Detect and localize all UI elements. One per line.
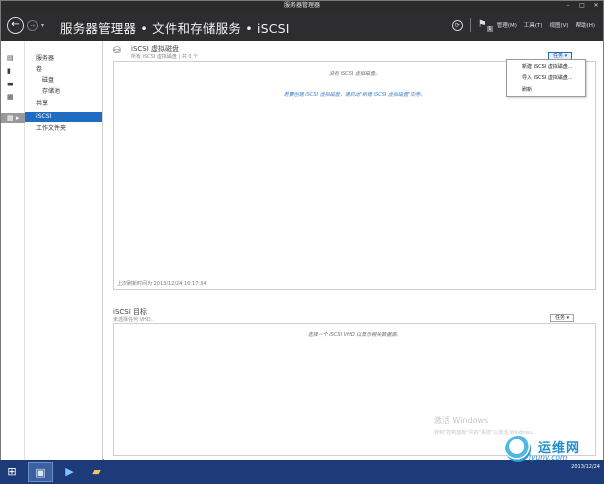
close-button[interactable]: ✕ [591, 2, 601, 10]
sidebar-item-servers[interactable]: 服务器 [25, 54, 102, 64]
server-manager-icon: ▣ [35, 466, 46, 479]
disks-icon: ▬ [7, 80, 14, 88]
menu-import-iscsi-disk[interactable]: 导入 iSCSI 虚拟磁盘... [507, 73, 585, 83]
targets-tasks-button[interactable]: 任务 ▾ [550, 314, 575, 322]
taskbar-powershell[interactable]: ▶ [57, 462, 82, 482]
forward-arrow-icon: → [29, 22, 36, 29]
start-button[interactable]: ⊞ [5, 465, 19, 479]
refresh-button[interactable]: ⟳ [451, 19, 463, 31]
rail-disks[interactable]: ▬ [1, 79, 25, 89]
servers-icon: ▤ [7, 54, 14, 62]
rail-pools[interactable]: ▦ [1, 92, 25, 102]
server-manager-window: 服务器管理器 – □ ✕ ← → ▾ 服务器管理器 • 文件和存储服务 • iS… [0, 0, 604, 461]
logo-url: iyunv.com [529, 453, 568, 462]
flag-icon: ⚑ [477, 19, 487, 30]
refresh-icon: ⟳ [454, 21, 460, 29]
folder-icon: ▰ [92, 465, 101, 478]
maximize-button[interactable]: □ [577, 2, 587, 10]
window-controls: – □ ✕ [563, 2, 601, 10]
sidebar: 服务器 卷 磁盘 存储池 共享 iSCSI 工作文件夹 [25, 41, 103, 461]
volumes-icon: ▮ [7, 67, 11, 75]
main-content: ⛁ iSCSI 虚拟磁盘 所有 iSCSI 虚拟磁盘 | 共 0 个 任务 ▾ … [104, 41, 603, 461]
manage-menu[interactable]: 管理(M) [497, 21, 517, 29]
targets-panel-subtitle: 未选择任何 VHD。 [113, 317, 156, 323]
sidebar-item-disks[interactable]: 磁盘 [25, 76, 102, 86]
notifications-badge: 1 [486, 26, 493, 32]
forward-button[interactable]: → [27, 20, 38, 31]
targets-empty-message: 选择一个 iSCSI VHD 以显示相关数据源。 [307, 332, 402, 338]
rail-volumes[interactable]: ▮ [1, 66, 25, 76]
window-titlebar: 服务器管理器 – □ ✕ [1, 1, 603, 11]
site-logo: 运维网 iyunv.com [505, 436, 601, 462]
tasks-label: 任务 [555, 315, 566, 321]
chevron-down-icon: ▾ [566, 315, 570, 321]
taskbar-clock[interactable]: 2013/12/24 [571, 464, 600, 471]
left-rail: ▤ ▮ ▬ ▦ ▦ ▸ [1, 41, 25, 461]
activation-watermark: 激活 Windows [434, 416, 489, 425]
iscsi-panel-subtitle: 所有 iSCSI 虚拟磁盘 | 共 0 个 [131, 54, 199, 60]
header-separator [469, 18, 471, 32]
chevron-down-icon: ▾ [41, 22, 45, 29]
menu-new-iscsi-disk[interactable]: 新建 iSCSI 虚拟磁盘... [507, 62, 585, 72]
sidebar-item-work-folders[interactable]: 工作文件夹 [25, 124, 102, 134]
header-actions: ⟳ ⚑ 1 管理(M) 工具(T) 视图(V) 帮助(H) [451, 18, 595, 32]
rail-file-storage[interactable]: ▦ ▸ [1, 113, 25, 123]
windows-logo-icon: ⊞ [7, 465, 17, 478]
tasks-dropdown-menu: 新建 iSCSI 虚拟磁盘... 导入 iSCSI 虚拟磁盘... 刷新 [506, 59, 586, 97]
view-menu[interactable]: 视图(V) [550, 21, 569, 29]
app-header: ← → ▾ 服务器管理器 • 文件和存储服务 • iSCSI ⟳ ⚑ 1 管理(… [1, 11, 603, 41]
back-arrow-icon: ← [11, 19, 20, 30]
back-button[interactable]: ← [7, 17, 24, 34]
taskbar-server-manager[interactable]: ▣ [28, 462, 53, 482]
sidebar-item-iscsi[interactable]: iSCSI [25, 112, 102, 122]
sidebar-item-shares[interactable]: 共享 [25, 99, 102, 109]
activation-watermark-detail: 转到"控制面板"中的"系统"以激活 Windows。 [434, 430, 538, 436]
pools-icon: ▦ [7, 93, 14, 101]
last-refresh-text: 上次刷新时间为 2013/12/24 16:17:34 [117, 281, 207, 287]
sidebar-item-storage-pools[interactable]: 存储池 [25, 87, 102, 97]
breadcrumb: 服务器管理器 • 文件和存储服务 • iSCSI [60, 21, 290, 36]
window-title: 服务器管理器 [283, 2, 320, 9]
taskbar-file-explorer[interactable]: ▰ [84, 462, 109, 482]
powershell-icon: ▶ [65, 465, 74, 478]
history-dropdown[interactable]: ▾ [41, 22, 44, 29]
logo-emblem [505, 436, 531, 462]
minimize-button[interactable]: – [563, 2, 573, 10]
rail-servers[interactable]: ▤ [1, 53, 25, 63]
tools-menu[interactable]: 工具(T) [524, 21, 543, 29]
menu-refresh[interactable]: 刷新 [507, 85, 585, 95]
file-storage-icon: ▦ ▸ [7, 114, 20, 122]
iscsi-disk-icon: ⛁ [113, 46, 121, 56]
taskbar: ⊞ ▣ ▶ ▰ 2013/12/24 [0, 460, 604, 484]
clock-date: 2013/12/24 [571, 464, 600, 470]
help-menu[interactable]: 帮助(H) [576, 21, 595, 29]
notifications-button[interactable]: ⚑ 1 [477, 18, 493, 32]
sidebar-item-volumes[interactable]: 卷 [25, 65, 102, 75]
